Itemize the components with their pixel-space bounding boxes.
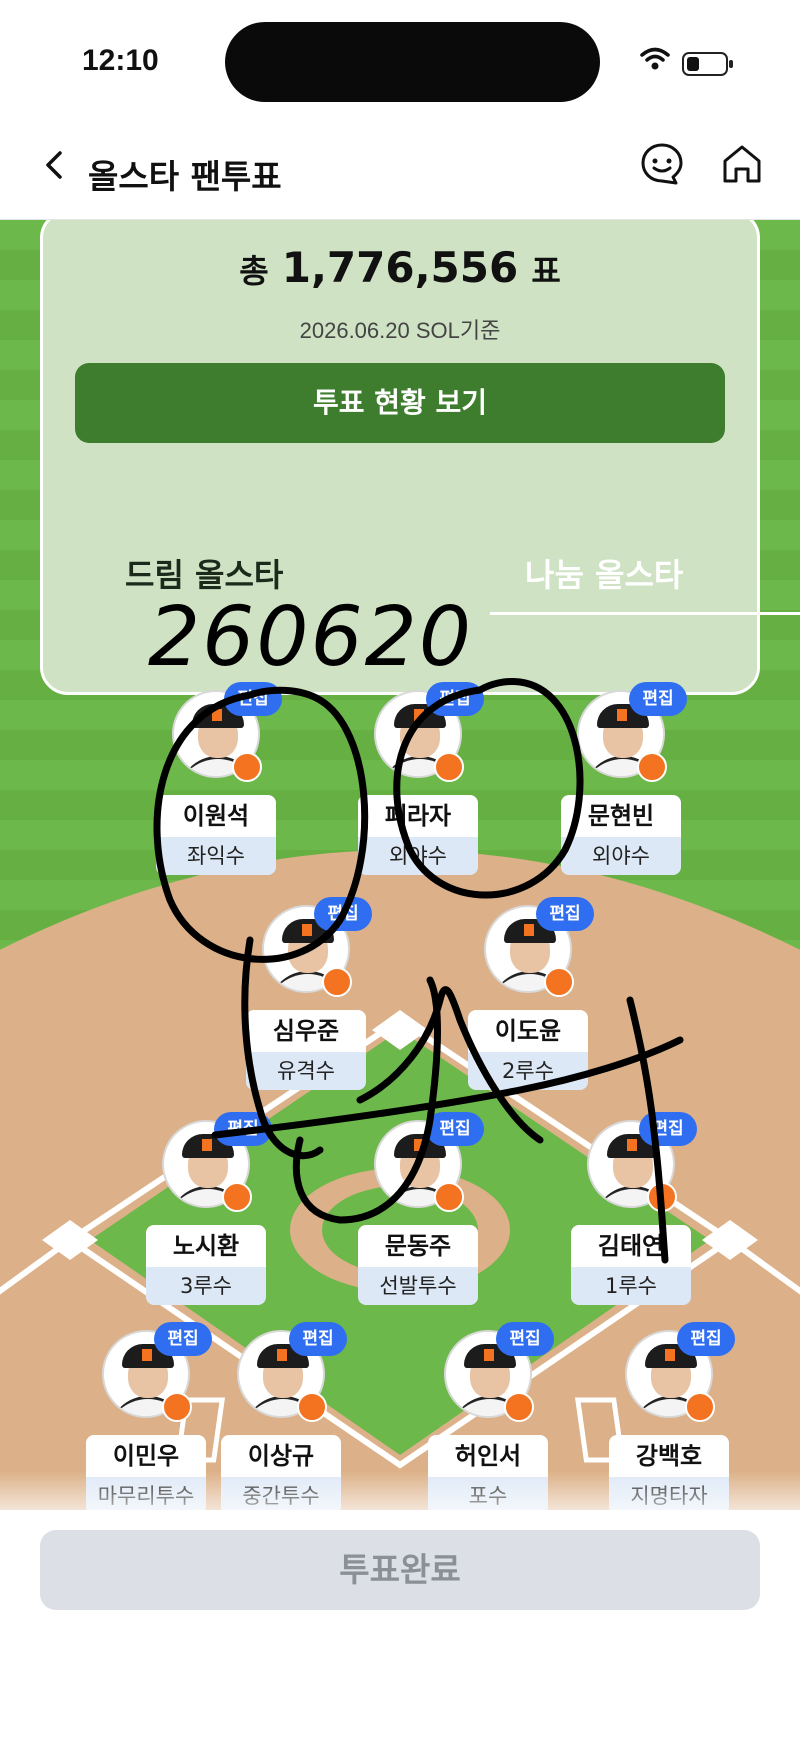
player-name: 페라자 [358, 795, 478, 837]
player-position: 2루수 [468, 1052, 588, 1090]
page-title: 올스타 팬투표 [88, 157, 282, 196]
edit-button[interactable]: 편집 [154, 1322, 212, 1356]
vote-complete-button[interactable]: 투표완료 [40, 1530, 760, 1610]
player-card[interactable]: 편집 심우준 유격수 [240, 897, 372, 1090]
edit-button[interactable]: 편집 [224, 682, 282, 716]
player-card[interactable]: 편집 김태연 1루수 [565, 1112, 697, 1305]
player-card[interactable]: 편집 이원석 좌익수 [150, 682, 282, 875]
player-name: 이원석 [156, 795, 276, 837]
redaction-scribble [225, 22, 600, 102]
total-count: 1,776,556 [281, 243, 519, 292]
wifi-icon [640, 47, 670, 70]
total-prefix: 총 [239, 252, 269, 290]
name-plate: 문동주 선발투수 [358, 1225, 478, 1305]
team-logo-icon [162, 1392, 192, 1422]
edit-button[interactable]: 편집 [639, 1112, 697, 1146]
edit-button[interactable]: 편집 [426, 682, 484, 716]
team-logo-icon [232, 752, 262, 782]
player-position: 외야수 [561, 837, 681, 875]
player-name: 노시환 [146, 1225, 266, 1267]
bottom-bar: 투표완료 [0, 1510, 800, 1740]
total-suffix: 표 [531, 252, 561, 290]
name-plate: 문현빈 외야수 [561, 795, 681, 875]
tab-nanum-allstar[interactable]: 나눔 올스타 [525, 550, 683, 596]
player-name: 김태연 [571, 1225, 691, 1267]
edit-button[interactable]: 편집 [289, 1322, 347, 1356]
edit-button[interactable]: 편집 [677, 1322, 735, 1356]
name-plate: 페라자 외야수 [358, 795, 478, 875]
team-logo-icon [322, 967, 352, 997]
player-card[interactable]: 편집 문현빈 외야수 [555, 682, 687, 875]
edit-button[interactable]: 편집 [536, 897, 594, 931]
team-logo-icon [434, 1182, 464, 1212]
vote-summary-card: 총 1,776,556 표 2026.06.20 SOL기준 투표 현황 보기 [40, 220, 760, 695]
name-plate: 노시환 3루수 [146, 1225, 266, 1305]
tab-indicator [490, 612, 800, 615]
view-vote-status-button[interactable]: 투표 현황 보기 [75, 363, 725, 443]
team-logo-icon [434, 752, 464, 782]
team-logo-icon [297, 1392, 327, 1422]
player-position: 3루수 [146, 1267, 266, 1305]
team-logo-icon [647, 1182, 677, 1212]
baseball-field: 총 1,776,556 표 2026.06.20 SOL기준 투표 현황 보기 … [0, 220, 800, 1520]
name-plate: 김태연 1루수 [571, 1225, 691, 1305]
player-card[interactable]: 편집 페라자 외야수 [352, 682, 484, 875]
battery-icon [682, 52, 733, 76]
team-logo-icon [222, 1182, 252, 1212]
edit-button[interactable]: 편집 [426, 1112, 484, 1146]
player-name: 문현빈 [561, 795, 681, 837]
status-bar: 12:10 [0, 0, 800, 110]
vote-date: 2026.06.20 SOL기준 [299, 318, 501, 343]
team-logo-icon [637, 752, 667, 782]
status-time: 12:10 [82, 44, 159, 77]
player-position: 선발투수 [358, 1267, 478, 1305]
player-card[interactable]: 편집 이도윤 2루수 [462, 897, 594, 1090]
name-plate: 심우준 유격수 [246, 1010, 366, 1090]
player-position: 외야수 [358, 837, 478, 875]
nav-header: 올스타 팬투표 [0, 110, 800, 220]
chatbot-icon[interactable] [638, 140, 686, 188]
name-plate: 이원석 좌익수 [156, 795, 276, 875]
home-icon[interactable] [718, 140, 766, 188]
edit-button[interactable]: 편집 [629, 682, 687, 716]
edit-button[interactable]: 편집 [496, 1322, 554, 1356]
player-name: 심우준 [246, 1010, 366, 1052]
tab-dream-allstar[interactable]: 드림 올스타 [125, 550, 283, 596]
player-card[interactable]: 편집 문동주 선발투수 [352, 1112, 484, 1305]
player-name: 이도윤 [468, 1010, 588, 1052]
back-arrow-icon[interactable] [40, 150, 70, 180]
player-position: 좌익수 [156, 837, 276, 875]
player-card[interactable]: 편집 노시환 3루수 [140, 1112, 272, 1305]
player-position: 1루수 [571, 1267, 691, 1305]
name-plate: 이도윤 2루수 [468, 1010, 588, 1090]
team-logo-icon [504, 1392, 534, 1422]
player-position: 유격수 [246, 1052, 366, 1090]
team-logo-icon [544, 967, 574, 997]
edit-button[interactable]: 편집 [214, 1112, 272, 1146]
edit-button[interactable]: 편집 [314, 897, 372, 931]
team-logo-icon [685, 1392, 715, 1422]
player-name: 문동주 [358, 1225, 478, 1267]
total-votes: 총 1,776,556 표 [43, 243, 757, 292]
